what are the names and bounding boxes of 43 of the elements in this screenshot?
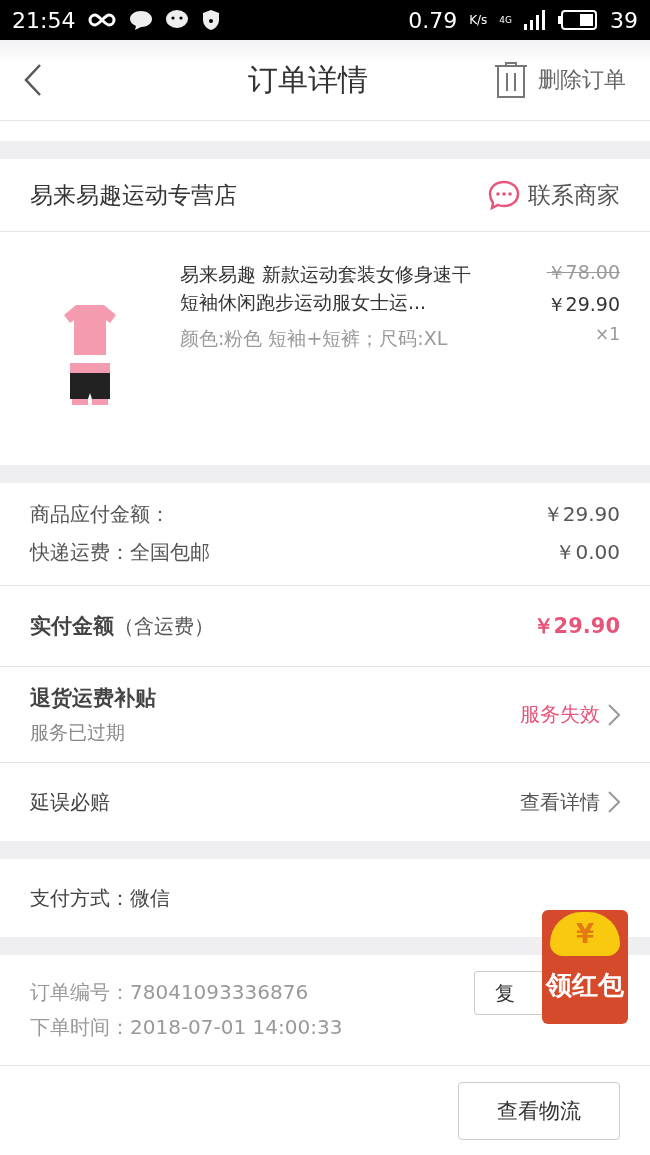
amount-label: 商品应付金额： — [30, 500, 170, 528]
shield-icon — [201, 9, 222, 31]
payment-method: 支付方式：微信 — [30, 884, 170, 912]
page-title: 订单详情 — [247, 60, 369, 99]
network-speed: 0.79 — [408, 7, 458, 33]
original-price: ￥78.00 — [546, 260, 620, 285]
delete-order-button[interactable]: 删除订单 — [494, 61, 626, 99]
battery-percent: 39 — [610, 7, 638, 33]
service-status: 服务已过期 — [30, 719, 126, 745]
service-title: 延误必赔 — [30, 788, 110, 816]
product-title: 易来易趣 新款运动套装女修身速干短袖休闲跑步运动服女士运... — [180, 262, 473, 315]
network-type: 4G — [499, 15, 512, 25]
service-link[interactable]: 查看详情 — [520, 788, 620, 816]
clock-time: 21:54 — [12, 7, 76, 33]
infinity-icon — [87, 12, 118, 28]
chat-bubble-icon — [488, 180, 520, 210]
chat-bubble-icon — [129, 9, 154, 31]
total-label: 实付金额 — [30, 613, 114, 640]
amount-value: ￥0.00 — [555, 538, 620, 566]
back-icon[interactable] — [24, 64, 42, 96]
trash-icon — [494, 61, 528, 99]
amount-label: 快递运费：全国包邮 — [30, 538, 210, 566]
copy-button[interactable]: 复 — [474, 971, 542, 1015]
product-price: ￥29.90 — [546, 292, 620, 317]
service-link[interactable]: 服务失效 — [520, 701, 620, 728]
contact-seller-link[interactable]: 联系商家 — [488, 179, 620, 211]
gift-packet-button[interactable]: ¥ 领红包 — [542, 910, 628, 1024]
signal-icon — [524, 10, 546, 30]
total-note: （含运费） — [114, 613, 214, 640]
view-logistics-button[interactable]: 查看物流 — [458, 1081, 620, 1140]
battery-icon — [558, 10, 598, 30]
order-info-line: 下单时间：2018-07-01 14:00:33 — [30, 1014, 343, 1041]
order-info-line: 订单编号：78041093336876 — [30, 979, 309, 1006]
speed-unit: K/s — [469, 13, 488, 27]
messenger-icon — [165, 9, 190, 31]
product-spec: 颜色:粉色 短袖+短裤；尺码:XL — [180, 326, 449, 351]
amount-value: ￥29.90 — [542, 500, 620, 528]
chevron-right-icon — [608, 791, 620, 813]
total-value: ￥29.90 — [532, 613, 620, 640]
store-name: 易来易趣运动专营店 — [30, 180, 237, 210]
product-quantity: ×1 — [594, 324, 620, 344]
service-title: 退货运费补贴 — [30, 684, 156, 712]
chevron-right-icon — [608, 703, 620, 726]
